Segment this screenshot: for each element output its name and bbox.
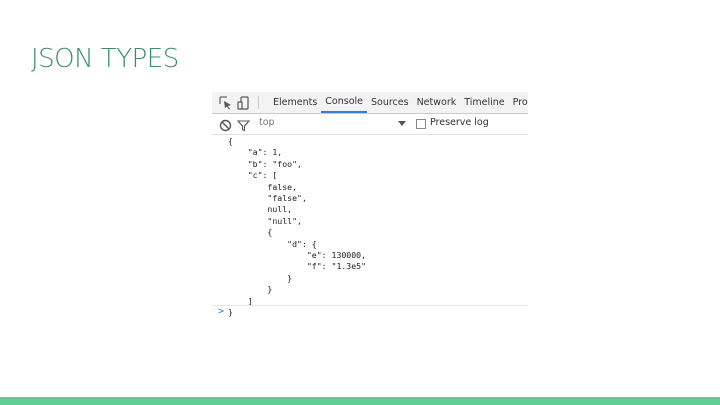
console-prompt-caret: > — [218, 306, 225, 317]
clear-console-icon[interactable] — [219, 117, 232, 132]
tab-elements[interactable]: Elements — [269, 92, 321, 113]
devtools-tabbar: Elements Console Sources Network Timelin… — [212, 92, 528, 114]
chevron-down-icon[interactable] — [398, 121, 406, 126]
console-divider — [212, 305, 528, 306]
device-mode-icon[interactable] — [237, 95, 251, 110]
console-input[interactable] — [232, 307, 522, 318]
cursor-arrow-icon[interactable] — [219, 95, 233, 110]
preserve-log-checkbox[interactable] — [416, 119, 426, 129]
slide-title: JSON TYPES — [31, 44, 179, 74]
preserve-log-label: Preserve log — [430, 117, 489, 128]
tab-console[interactable]: Console — [321, 92, 367, 113]
tab-profiles[interactable]: Profiles — [509, 92, 528, 113]
console-json-output: { "a": 1, "b": "foo", "c": [ false, "fal… — [228, 136, 367, 318]
devtools-tabs: Elements Console Sources Network Timelin… — [269, 92, 528, 113]
tab-timeline[interactable]: Timeline — [460, 92, 508, 113]
tab-network[interactable]: Network — [413, 92, 461, 113]
devtools-panel: Elements Console Sources Network Timelin… — [212, 92, 528, 320]
console-output-area: { "a": 1, "b": "foo", "c": [ false, "fal… — [212, 135, 528, 317]
bottom-accent-bar — [0, 397, 720, 405]
tab-sources[interactable]: Sources — [367, 92, 413, 113]
toolbar-separator — [258, 96, 259, 109]
filter-funnel-icon[interactable] — [236, 117, 251, 132]
console-filter-bar: top Preserve log — [212, 114, 528, 135]
context-selector[interactable]: top — [259, 117, 275, 128]
